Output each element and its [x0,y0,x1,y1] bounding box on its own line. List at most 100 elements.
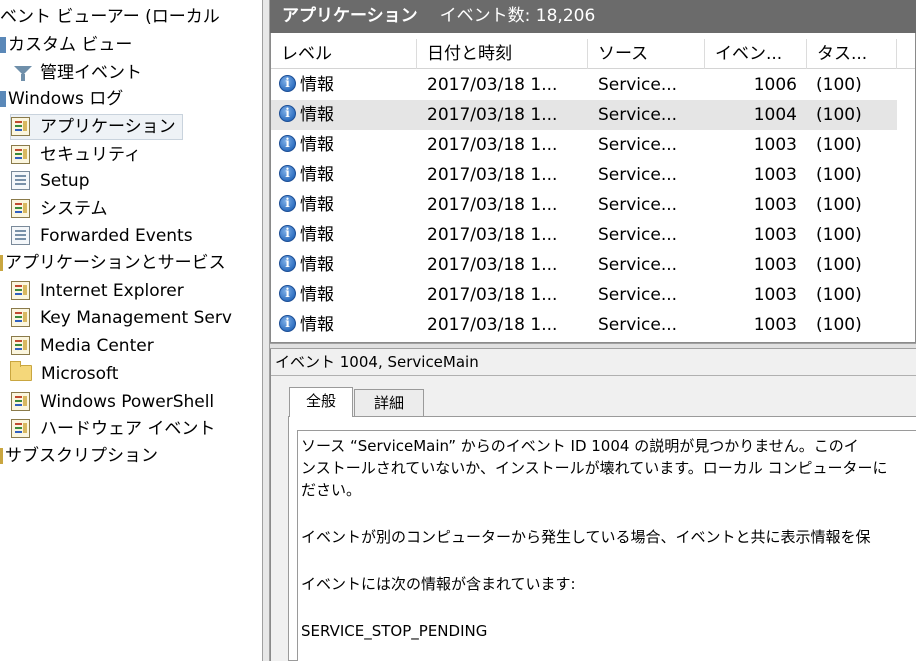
column-header-datetime[interactable]: 日付と時刻 [417,39,588,69]
table-row[interactable]: i 情報 2017/03/18 1... Service... 1003 (100) [271,250,897,280]
table-row[interactable]: i 情報 2017/03/18 1... Service... 1003 (100) [271,130,897,160]
cell-task: (100) [816,285,862,305]
cell-level: i 情報 [279,160,417,190]
event-description[interactable]: ソース “ServiceMain” からのイベント ID 1004 の説明が見つ… [297,430,916,661]
cell-source: Service... [598,75,678,95]
cell-source: Service... [598,225,678,245]
cell-level: i 情報 [279,130,417,160]
column-header-event-id[interactable]: イベン... [705,39,807,69]
cell-task: (100) [816,105,862,125]
table-row[interactable]: i 情報 2017/03/18 1... Service... 1003 (100) [271,280,897,310]
cell-datetime: 2017/03/18 1... [427,75,558,95]
column-header-level[interactable]: レベル [271,39,417,69]
table-row[interactable]: i 情報 2017/03/18 1... Service... 1006 (100) [271,70,897,100]
cell-level: i 情報 [279,70,417,100]
column-headers: レベル 日付と時刻 ソース イベン... タス... [271,39,915,69]
event-log-icon [11,391,30,411]
description-line: イベントには次の情報が含まれています: [301,575,576,593]
tree-item-apps-services[interactable]: アプリケーションとサービス [0,250,226,276]
cell-source: Service... [598,105,678,125]
cell-datetime: 2017/03/18 1... [427,165,558,185]
cell-event-id: 1003 [753,315,797,335]
cell-task: (100) [816,195,862,215]
level-label: 情報 [300,75,334,95]
tree-item-setup[interactable]: Setup [11,168,89,194]
tree-item-label: ハードウェア イベント [40,419,216,439]
cell-datetime: 2017/03/18 1... [427,105,558,125]
event-detail-pane: イベント 1004, ServiceMain 全般 詳細 ソース “Servic… [270,349,916,661]
event-list[interactable]: レベル 日付と時刻 ソース イベン... タス... i 情報 2017/03/18… [270,33,916,343]
tree-item-forwarded-events[interactable]: Forwarded Events [11,223,193,249]
tree-item-windows-powershell[interactable]: Windows PowerShell [11,389,214,415]
cell-event-id: 1003 [753,255,797,275]
event-count: イベント数: 18,206 [439,6,596,26]
tree-item-label: Media Center [40,336,154,356]
tree-item-key-management[interactable]: Key Management Serv [11,305,232,331]
cell-level: i 情報 [279,280,417,310]
cell-datetime: 2017/03/18 1... [427,255,558,275]
log-header: アプリケーション イベント数: 18,206 [270,0,916,33]
tree-item-label: Forwarded Events [40,226,193,246]
log-icon [11,170,30,190]
table-row[interactable]: i 情報 2017/03/18 1... Service... 1003 (100) [271,220,897,250]
event-log-icon [11,198,30,218]
pane-splitter[interactable] [262,0,270,661]
tree-item-application[interactable]: アプリケーション [10,114,183,140]
tree-item-internet-explorer[interactable]: Internet Explorer [11,278,184,304]
table-row[interactable]: i 情報 2017/03/18 1... Service... 1003 (100) [271,310,897,340]
tree-item-admin-events[interactable]: 管理イベント [14,60,142,86]
tab-general[interactable]: 全般 [289,387,353,417]
event-log-icon [11,116,30,136]
cell-level: i 情報 [279,100,417,130]
tree-item-label: セキュリティ [40,145,141,165]
column-header-task[interactable]: タス... [807,39,897,69]
cell-task: (100) [816,225,862,245]
tree-item-system[interactable]: システム [11,196,108,222]
cell-datetime: 2017/03/18 1... [427,225,558,245]
tree-root-event-viewer[interactable]: ベント ビューアー (ローカル [0,4,220,30]
tree-item-label: アプリケーションとサービス [5,253,226,273]
cell-source: Service... [598,165,678,185]
event-detail-title: イベント 1004, ServiceMain [275,353,479,371]
information-icon: i [279,194,296,212]
tree-item-media-center[interactable]: Media Center [11,333,154,359]
tree-item-label: Setup [40,171,90,191]
log-icon [11,225,30,245]
tree-item-microsoft[interactable]: Microsoft [10,361,118,387]
table-row[interactable]: i 情報 2017/03/18 1... Service... 1003 (100) [271,190,897,220]
tree-item-custom-views[interactable]: カスタム ビュー [0,32,132,58]
tree-item-label: カスタム ビュー [8,35,133,55]
table-row[interactable]: i 情報 2017/03/18 1... Service... 1004 (100) [271,100,897,130]
tree-root-label: ベント ビューアー (ローカル [0,7,220,27]
table-row[interactable]: i 情報 2017/03/18 1... Service... 1003 (100) [271,160,897,190]
navigation-tree: ベント ビューアー (ローカル カスタム ビュー 管理イベント Windows … [0,0,262,661]
cell-datetime: 2017/03/18 1... [427,195,558,215]
log-title: アプリケーション [282,6,418,26]
description-line: イベントが別のコンピューターから発生している場合、イベントと共に表示情報を保 [301,528,871,546]
tree-item-label: Internet Explorer [40,281,184,301]
cell-event-id: 1006 [753,75,797,95]
tree-item-hardware-events[interactable]: ハードウェア イベント [11,416,215,442]
event-log-icon [11,144,30,164]
level-label: 情報 [300,105,334,125]
tree-item-windows-logs[interactable]: Windows ログ [0,86,123,112]
event-log-icon [11,418,30,438]
cell-event-id: 1003 [753,135,797,155]
level-label: 情報 [300,255,334,275]
level-label: 情報 [300,285,334,305]
tab-details[interactable]: 詳細 [354,389,424,417]
level-label: 情報 [300,315,334,335]
cell-source: Service... [598,315,678,335]
tree-item-label: Windows ログ [8,89,124,109]
cell-datetime: 2017/03/18 1... [427,135,558,155]
event-log-icon [11,307,30,327]
description-line: ださい。 [301,481,362,499]
tree-item-subscriptions[interactable]: サブスクリプション [0,443,158,469]
information-icon: i [279,314,296,332]
tree-item-security[interactable]: セキュリティ [11,142,141,168]
column-header-source[interactable]: ソース [588,39,705,69]
cell-level: i 情報 [279,250,417,280]
